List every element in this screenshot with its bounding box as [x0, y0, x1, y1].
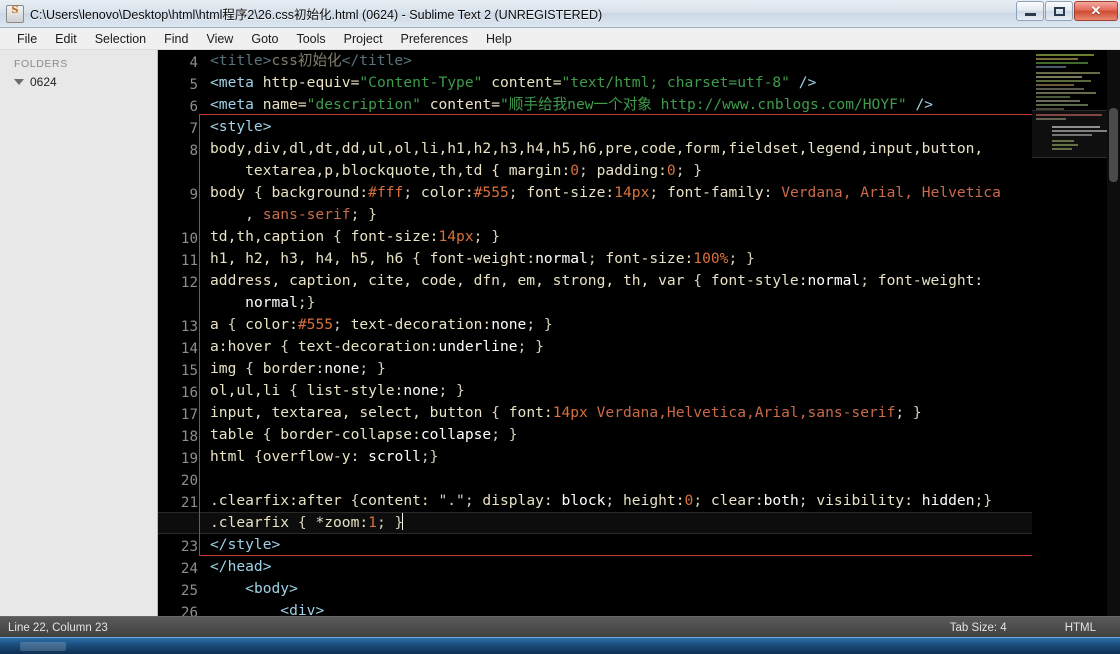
- windows-taskbar: [0, 637, 1120, 654]
- cursor-position: Line 22, Column 23: [8, 621, 108, 634]
- text-cursor: [402, 513, 404, 530]
- menu-bar: File Edit Selection Find View Goto Tools…: [0, 28, 1120, 50]
- line-number: 17: [180, 407, 198, 423]
- code-line-19[interactable]: html {overflow-y: scroll;}: [210, 446, 438, 468]
- code-line-4[interactable]: <title>css初始化</title>: [210, 50, 412, 72]
- sublime-text-icon: [6, 4, 24, 23]
- code-line-17[interactable]: input, textarea, select, button { font:1…: [210, 402, 922, 424]
- window-title: C:\Users\lenovo\Desktop\html\html程序2\26.…: [30, 8, 603, 22]
- menu-preferences[interactable]: Preferences: [392, 30, 477, 48]
- line-number: 20: [180, 473, 198, 489]
- code-line-9[interactable]: body { background:#fff; color:#555; font…: [210, 182, 1001, 204]
- line-number: 14: [180, 341, 198, 357]
- close-button[interactable]: ✕: [1074, 1, 1118, 21]
- code-surface: 4 5 6 7 8 9 10 11 12 13 14 15 16 17 18 1…: [158, 50, 1120, 626]
- sidebar-item-folder-0624[interactable]: 0624: [0, 74, 157, 90]
- code-line-22-active[interactable]: .clearfix { *zoom:1; }: [158, 512, 1120, 534]
- menu-file[interactable]: File: [8, 30, 46, 48]
- line-number: 24: [180, 561, 198, 577]
- triangle-down-icon[interactable]: [14, 79, 24, 85]
- folder-label: 0624: [30, 75, 57, 89]
- title-bar: C:\Users\lenovo\Desktop\html\html程序2\26.…: [0, 0, 1120, 28]
- code-line-25[interactable]: <body>: [210, 578, 298, 600]
- line-number: 18: [180, 429, 198, 445]
- code-line-12[interactable]: address, caption, cite, code, dfn, em, s…: [210, 270, 983, 292]
- sublime-text-window: C:\Users\lenovo\Desktop\html\html程序2\26.…: [0, 0, 1120, 654]
- menu-find[interactable]: Find: [155, 30, 197, 48]
- code-line-8[interactable]: body,div,dl,dt,dd,ul,ol,li,h1,h2,h3,h4,h…: [210, 138, 983, 160]
- line-number: 21: [180, 495, 198, 511]
- code-line-15[interactable]: img { border:none; }: [210, 358, 386, 380]
- line-number: 13: [180, 319, 198, 335]
- menu-goto[interactable]: Goto: [242, 30, 287, 48]
- line-number: 15: [180, 363, 198, 379]
- line-number: 8: [189, 143, 198, 159]
- minimap-viewport[interactable]: [1032, 110, 1107, 158]
- line-number: 11: [180, 253, 198, 269]
- maximize-button[interactable]: [1045, 1, 1073, 21]
- line-number: 16: [180, 385, 198, 401]
- code-line-16[interactable]: ol,ul,li { list-style:none; }: [210, 380, 465, 402]
- line-number: 5: [189, 77, 198, 93]
- menu-edit[interactable]: Edit: [46, 30, 86, 48]
- menu-view[interactable]: View: [197, 30, 242, 48]
- status-bar: Line 22, Column 23 Tab Size: 4 HTML: [0, 616, 1120, 638]
- menu-selection[interactable]: Selection: [86, 30, 155, 48]
- line-number-gutter: 4 5 6 7 8 9 10 11 12 13 14 15 16 17 18 1…: [158, 50, 206, 626]
- code-line-13[interactable]: a { color:#555; text-decoration:none; }: [210, 314, 553, 336]
- minimize-button[interactable]: [1016, 1, 1044, 21]
- line-number: 6: [189, 99, 198, 115]
- menu-help[interactable]: Help: [477, 30, 521, 48]
- code-line-14[interactable]: a:hover { text-decoration:underline; }: [210, 336, 544, 358]
- line-number: 25: [180, 583, 198, 599]
- line-number: 23: [180, 539, 198, 555]
- line-number: 10: [180, 231, 198, 247]
- minimap[interactable]: [1032, 50, 1107, 626]
- menu-project[interactable]: Project: [335, 30, 392, 48]
- line-number: 19: [180, 451, 198, 467]
- code-line-24[interactable]: </head>: [210, 556, 272, 578]
- menu-tools[interactable]: Tools: [287, 30, 334, 48]
- code-content[interactable]: <title>css初始化</title> <meta http-equiv="…: [158, 50, 1120, 626]
- code-line-9-wrap[interactable]: , sans-serif; }: [210, 204, 377, 226]
- tab-size-indicator[interactable]: Tab Size: 4: [950, 622, 1007, 634]
- code-line-21[interactable]: .clearfix:after {content: "."; display: …: [210, 490, 992, 512]
- code-editor[interactable]: 4 5 6 7 8 9 10 11 12 13 14 15 16 17 18 1…: [158, 50, 1120, 626]
- code-line-8-wrap[interactable]: textarea,p,blockquote,th,td { margin:0; …: [210, 160, 702, 182]
- code-line-12-wrap[interactable]: normal;}: [210, 292, 315, 314]
- code-line-6[interactable]: <meta name="description" content="顺手给我ne…: [210, 94, 933, 116]
- code-line-18[interactable]: table { border-collapse:collapse; }: [210, 424, 518, 446]
- line-number: 9: [189, 187, 198, 203]
- minimize-icon: [1024, 12, 1036, 16]
- line-number: 4: [189, 55, 198, 71]
- maximize-icon: [1053, 6, 1065, 16]
- line-number: 12: [180, 275, 198, 291]
- code-line-7[interactable]: <style>: [210, 116, 272, 138]
- code-line-5[interactable]: <meta http-equiv="Content-Type" content=…: [210, 72, 816, 94]
- syntax-indicator[interactable]: HTML: [1065, 622, 1096, 634]
- window-controls: ✕: [1015, 1, 1118, 21]
- sidebar-heading-folders: FOLDERS: [14, 58, 68, 70]
- code-line-23[interactable]: </style>: [210, 534, 280, 556]
- code-line-11[interactable]: h1, h2, h3, h4, h5, h6 { font-weight:nor…: [210, 248, 755, 270]
- vertical-scrollbar[interactable]: [1107, 50, 1120, 626]
- code-line-10[interactable]: td,th,caption { font-size:14px; }: [210, 226, 500, 248]
- line-number: 7: [189, 121, 198, 137]
- scrollbar-thumb[interactable]: [1109, 108, 1118, 182]
- workspace: FOLDERS 0624 4 5 6 7 8 9 10 11 12 13 14 …: [0, 50, 1120, 626]
- sidebar: FOLDERS 0624: [0, 50, 158, 626]
